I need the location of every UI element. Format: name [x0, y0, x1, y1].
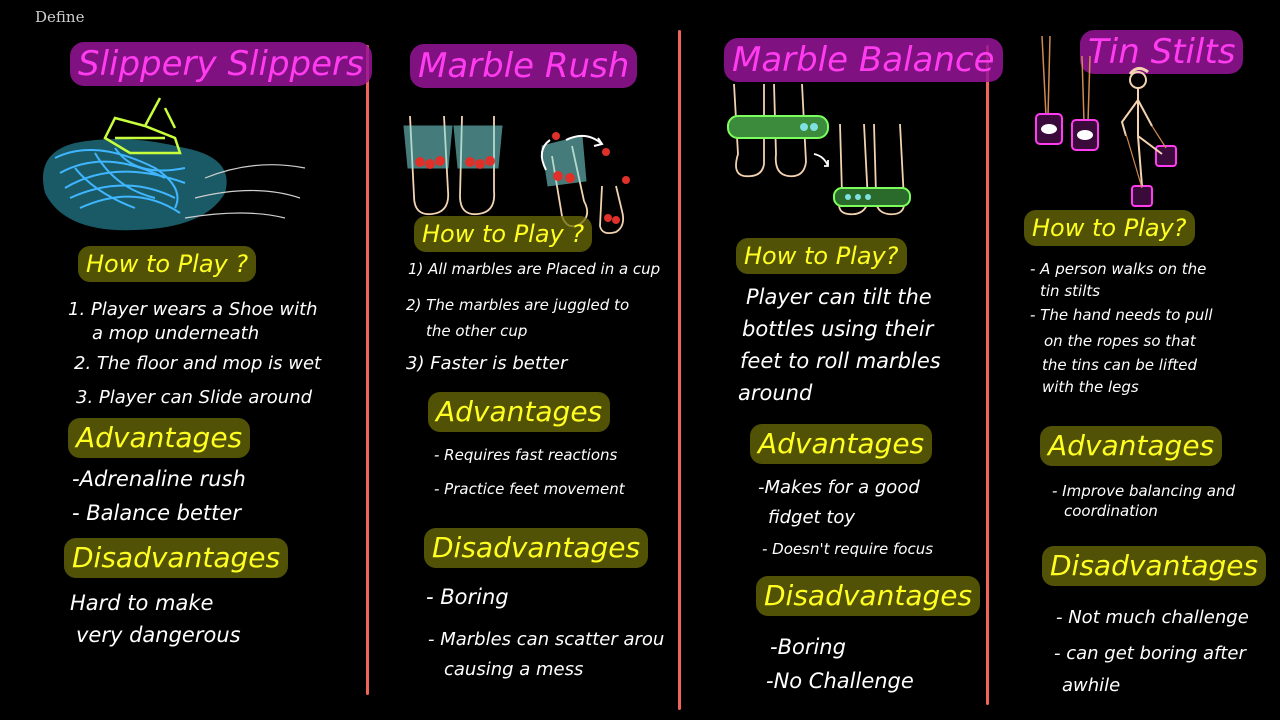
advantage-item: -Makes for a good: [758, 477, 920, 498]
how-step: on the ropes so that: [1044, 332, 1196, 350]
how-step: - The hand needs to pull: [1030, 306, 1213, 324]
disadvantage-item: awhile: [1062, 675, 1121, 696]
advantages-heading: Advantages: [68, 418, 251, 458]
advantages-heading: Advantages: [428, 392, 611, 432]
how-step: with the legs: [1042, 378, 1139, 396]
how-step: bottles using their: [742, 317, 934, 341]
column-marble-rush: Marble Rush How to Play ? 1) All marbles…: [366, 30, 664, 720]
disadvantage-item: very dangerous: [76, 623, 241, 647]
game-title: Slippery Slippers: [70, 42, 372, 86]
juggle-arrows-drawing: [540, 132, 630, 184]
column-tin-stilts: Tin Stilts How to Play? - A person walks…: [990, 30, 1280, 720]
advantage-item: coordination: [1064, 502, 1158, 520]
game-title: Marble Balance: [724, 38, 1003, 82]
how-to-play-heading: How to Play ?: [414, 216, 593, 252]
how-step: 1) All marbles are Placed in a cup: [408, 260, 661, 278]
advantage-item: - Improve balancing and: [1052, 482, 1235, 500]
disadvantage-item: -Boring: [770, 635, 846, 659]
advantage-item: -Adrenaline rush: [72, 467, 246, 491]
feet-bottles-drawing: [727, 83, 911, 216]
how-step: - A person walks on the: [1030, 260, 1207, 278]
disadvantage-item: - Not much challenge: [1056, 607, 1249, 628]
game-title: Marble Rush: [410, 44, 638, 88]
disadvantage-item: - Boring: [426, 585, 509, 609]
how-step: Player can tilt the: [746, 285, 932, 309]
how-step: 2) The marbles are juggled to: [406, 296, 630, 314]
how-to-play-heading: How to Play?: [1024, 210, 1195, 246]
how-step: the tins can be lifted: [1042, 356, 1198, 374]
tin-stilts-drawing: [1035, 35, 1177, 207]
disadvantage-item: - can get boring after: [1054, 643, 1246, 664]
advantage-item: fidget toy: [768, 507, 856, 528]
how-step: tin stilts: [1040, 282, 1101, 300]
disadvantages-heading: Disadvantages: [1042, 546, 1267, 586]
advantage-item: - Practice feet movement: [434, 480, 625, 498]
column-slippery-slippers: Slippery Slippers How to Play ? 1. Playe…: [0, 30, 372, 720]
mop-slipper-drawing: [43, 97, 306, 231]
how-step: feet to roll marbles: [740, 349, 941, 373]
how-step: 2. The floor and mop is wet: [74, 353, 322, 374]
disadvantages-heading: Disadvantages: [64, 538, 289, 578]
disadvantages-heading: Disadvantages: [756, 576, 981, 616]
page-label: Define: [35, 8, 85, 26]
how-step: 1. Player wears a Shoe with: [68, 299, 318, 320]
advantage-item: - Balance better: [72, 501, 241, 525]
how-step: around: [738, 381, 813, 405]
how-step: a mop underneath: [92, 323, 260, 344]
disadvantage-item: causing a mess: [444, 659, 584, 680]
disadvantages-heading: Disadvantages: [424, 528, 649, 568]
advantages-heading: Advantages: [750, 424, 933, 464]
how-step: 3. Player can Slide around: [76, 387, 313, 408]
column-divider: [986, 45, 989, 705]
how-step: 3) Faster is better: [406, 353, 568, 374]
advantage-item: - Doesn't require focus: [762, 540, 934, 558]
disadvantage-item: -No Challenge: [766, 669, 914, 693]
how-to-play-heading: How to Play ?: [78, 246, 257, 282]
column-marble-balance: Marble Balance How to Play? Player can t…: [680, 30, 1003, 720]
disadvantage-item: - Marbles can scatter arou: [428, 629, 665, 650]
how-to-play-heading: How to Play?: [736, 238, 907, 274]
advantages-heading: Advantages: [1040, 426, 1223, 466]
how-step: the other cup: [426, 322, 528, 340]
disadvantage-item: Hard to make: [70, 591, 214, 615]
advantage-item: - Requires fast reactions: [434, 446, 618, 464]
